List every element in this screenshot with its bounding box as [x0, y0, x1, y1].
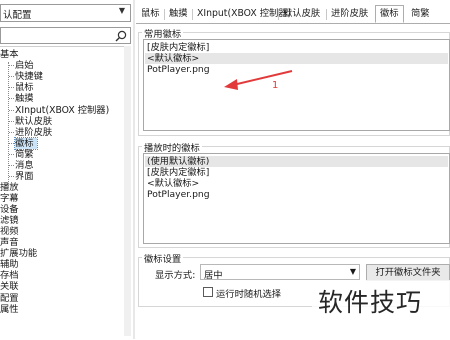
preset-dropdown[interactable]: 认配置 ▼: [0, 4, 131, 22]
chevron-down-icon: ▼: [349, 267, 356, 276]
watermark: 软件技巧: [318, 288, 423, 317]
list-item[interactable]: (使用默认徽标): [145, 156, 448, 167]
tree-item[interactable]: 设备: [0, 204, 19, 215]
tree-item[interactable]: 徽标: [9, 137, 38, 150]
tab-separator: [164, 9, 165, 20]
list-item[interactable]: PotPlayer.png: [147, 189, 210, 200]
display-mode-value: 居中: [204, 270, 223, 281]
tree-item[interactable]: 简繁: [9, 149, 34, 160]
tab-separator: [326, 9, 327, 20]
list-item[interactable]: [皮肤内定徽标]: [147, 167, 209, 178]
tab[interactable]: 徽标: [375, 5, 404, 23]
tab[interactable]: 触摸: [165, 6, 192, 22]
tab[interactable]: 进阶皮肤: [327, 6, 372, 22]
tree-item[interactable]: 扩展功能: [0, 248, 37, 259]
random-select-checkbox[interactable]: [203, 287, 213, 297]
list-item[interactable]: <默认徽标>: [147, 178, 199, 189]
tree-item[interactable]: 界面: [9, 171, 34, 182]
display-mode-label: 显示方式:: [155, 270, 196, 281]
preset-value: 认配置: [3, 10, 32, 21]
chevron-down-icon: ▼: [118, 6, 126, 15]
tree-item[interactable]: 鼠标: [9, 82, 34, 93]
tree-item[interactable]: 关联: [0, 281, 19, 292]
tab[interactable]: 简繁: [407, 6, 434, 22]
tree-item[interactable]: XInput(XBOX 控制器): [8, 105, 109, 116]
list-item[interactable]: PotPlayer.png: [147, 64, 210, 75]
playing-logos-title: 播放时的徽标: [142, 140, 202, 154]
common-logos-list[interactable]: [皮肤内定徽标] <默认徽标> PotPlayer.png: [143, 39, 450, 131]
playing-logos-list[interactable]: (使用默认徽标) [皮肤内定徽标] <默认徽标> PotPlayer.png: [143, 153, 450, 244]
open-logo-folder-button[interactable]: 打开徽标文件夹: [366, 264, 450, 281]
tree-item[interactable]: 进阶皮肤: [8, 127, 52, 138]
common-logos-title: 常用徽标: [142, 26, 184, 40]
list-item[interactable]: <默认徽标>: [145, 53, 448, 64]
tree-item[interactable]: 快捷键: [9, 71, 43, 82]
tree-item[interactable]: 声音: [0, 237, 19, 248]
tree-item[interactable]: 滤镜: [0, 215, 19, 226]
tree-item[interactable]: 启始: [9, 60, 34, 71]
tab[interactable]: 鼠标: [137, 6, 164, 22]
logo-settings-title: 徽标设置: [142, 251, 184, 265]
tree-guide-line: [8, 62, 9, 186]
tree-item[interactable]: 视频: [0, 226, 19, 237]
tree-item[interactable]: 存档: [0, 270, 19, 281]
tree-item[interactable]: 基本: [0, 49, 19, 60]
panel-splitter[interactable]: [133, 0, 135, 339]
settings-tree[interactable]: 基本 启始 快捷键 鼠标 触摸 XInput(XBOX 控制器) 默认皮肤 进阶皮肤 徽标 简繁消…: [0, 46, 131, 340]
tree-item[interactable]: 触摸: [9, 93, 34, 104]
tab-separator: [278, 9, 279, 20]
tree-item[interactable]: 字幕: [0, 193, 19, 204]
tree-item[interactable]: 消息: [9, 160, 34, 171]
tree-item[interactable]: 播放: [0, 182, 19, 193]
annotation-number: 1: [272, 80, 279, 91]
tab[interactable]: 默认皮肤: [279, 6, 324, 22]
tab-separator: [192, 9, 193, 20]
tab-strip: 鼠标 触摸 XInput(XBOX 控制器) 默认皮肤 进阶皮肤 徽标 简繁: [136, 5, 450, 24]
tree-scrollbar[interactable]: [124, 46, 131, 336]
left-panel: 认配置 ▼ 基本 启始 快捷键 鼠标 触摸 XInput(XBOX 控制器) 默认皮肤 进阶皮…: [0, 0, 134, 339]
tree-item[interactable]: 辅助: [0, 259, 19, 270]
search-icon[interactable]: [115, 30, 127, 42]
display-mode-select[interactable]: 居中 ▼: [200, 264, 360, 281]
tree-item[interactable]: 默认皮肤: [8, 116, 52, 127]
random-select-label: 运行时随机选择: [216, 289, 282, 300]
tree-item[interactable]: 属性: [0, 304, 19, 315]
search-input[interactable]: [0, 27, 131, 44]
list-item[interactable]: [皮肤内定徽标]: [147, 42, 209, 53]
tree-item[interactable]: 配置: [0, 293, 19, 304]
